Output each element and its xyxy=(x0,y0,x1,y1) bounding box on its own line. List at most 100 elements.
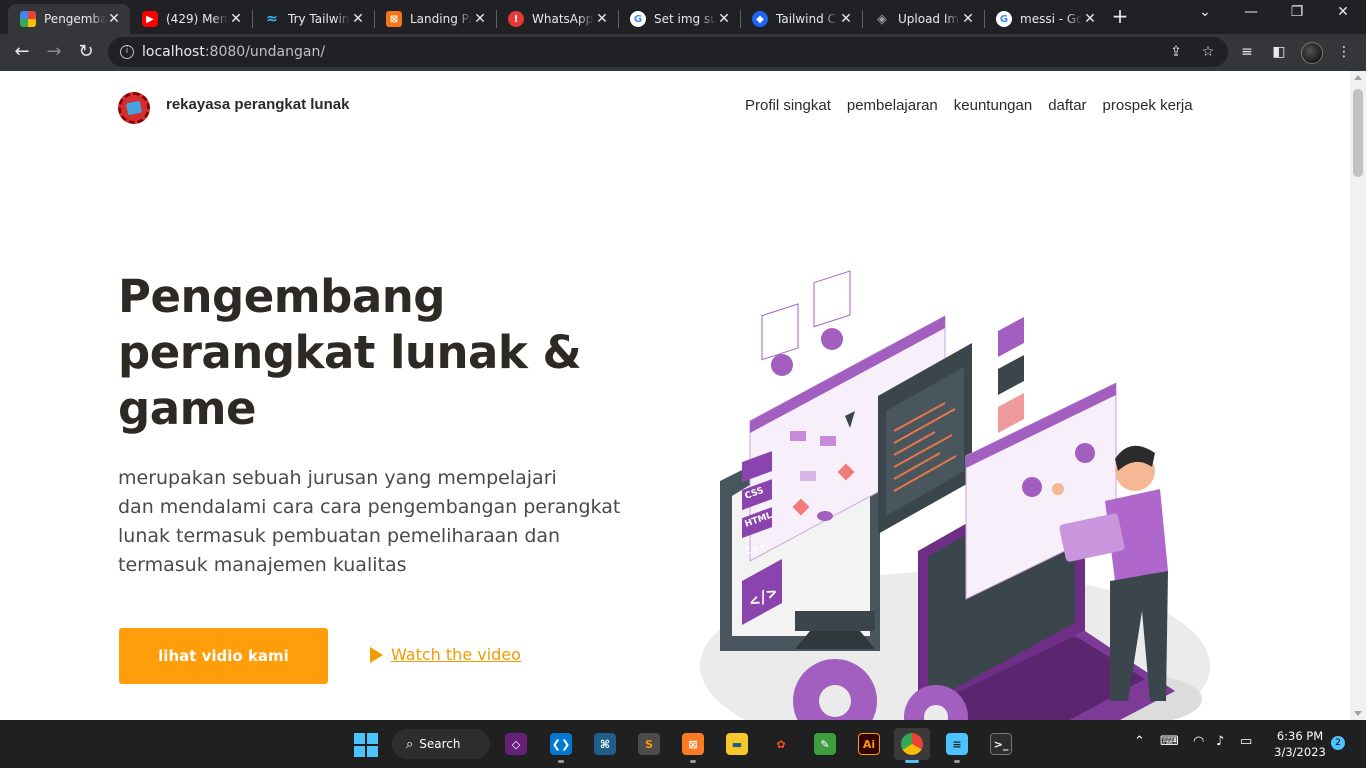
file-explorer-icon[interactable]: ▬ xyxy=(719,728,755,760)
windows-start-icon[interactable] xyxy=(354,733,378,757)
upload-icon: ◈ xyxy=(877,11,887,27)
tab-title: Tailwind CSS xyxy=(776,12,838,26)
info-icon[interactable]: i xyxy=(120,45,134,59)
address-bar[interactable]: i localhost:8080/undangan/ xyxy=(108,37,1228,67)
nav-prospek-kerja[interactable]: prospek kerja xyxy=(1103,97,1193,114)
tab-upload-image[interactable]: ◈ Upload Image ✕ xyxy=(862,4,984,34)
mysql-workbench-icon[interactable]: ⌘ xyxy=(587,728,623,760)
keyboard-icon[interactable]: ⌨ xyxy=(1160,734,1179,749)
battery-icon[interactable]: ▭ xyxy=(1240,734,1252,749)
hero-desc-line: merupakan sebuah jurusan yang mempelajar… xyxy=(118,467,557,489)
nav-profil-singkat[interactable]: Profil singkat xyxy=(745,97,831,114)
tailwind-icon: ≈ xyxy=(266,11,278,27)
watch-video-button[interactable]: lihat vidio kami xyxy=(119,628,328,684)
xampp-icon: ⊠ xyxy=(386,11,402,27)
coreldraw-icon[interactable]: ✎ xyxy=(807,728,843,760)
nav-keuntungan[interactable]: keuntungan xyxy=(954,97,1032,114)
nav-pembelajaran[interactable]: pembelajaran xyxy=(847,97,938,114)
tab-youtube[interactable]: ▶ (429) Membuat ✕ xyxy=(130,4,252,34)
figma-icon[interactable]: ✿ xyxy=(763,728,799,760)
close-icon[interactable]: ✕ xyxy=(960,11,976,27)
terminal-icon[interactable]: >_ xyxy=(983,728,1019,760)
url-path: :8080/undangan/ xyxy=(204,44,326,60)
youtube-icon: ▶ xyxy=(142,11,158,27)
tab-title: WhatsApp xyxy=(532,12,594,26)
main-nav: Profil singkat pembelajaran keuntungan d… xyxy=(745,97,1193,114)
nav-daftar[interactable]: daftar xyxy=(1048,97,1086,114)
profile-avatar[interactable] xyxy=(1301,42,1323,64)
play-icon xyxy=(370,646,383,663)
notepad-icon[interactable]: ≡ xyxy=(939,728,975,763)
hero-description: merupakan sebuah jurusan yang mempelajar… xyxy=(118,464,663,580)
tab-title: messi - Google xyxy=(1020,12,1082,26)
tray-chevron-up-icon[interactable]: ⌃ xyxy=(1134,734,1145,749)
url-host: localhost xyxy=(142,44,205,60)
hero-title: Pengembang perangkat lunak & game xyxy=(118,269,638,437)
scroll-up-icon[interactable] xyxy=(1354,75,1362,80)
close-icon[interactable]: ✕ xyxy=(594,11,610,27)
hero-desc-line: lunak termasuk pembuatan pemeliharaan da… xyxy=(118,525,561,547)
hero-title-line: Pengembang xyxy=(118,270,446,323)
brand-name: rekayasa perangkat lunak xyxy=(166,95,350,113)
kebab-menu-icon[interactable]: ⋮ xyxy=(1335,43,1353,61)
illustrator-icon[interactable]: Ai xyxy=(851,728,887,760)
volume-icon[interactable]: ♪ xyxy=(1216,734,1224,749)
notification-badge[interactable]: 2 xyxy=(1331,736,1345,750)
hero-desc-line: dan mendalami cara cara pengembangan per… xyxy=(118,496,621,518)
watch-video-link[interactable]: Watch the video xyxy=(370,645,521,664)
side-panel-icon[interactable]: ◧ xyxy=(1270,43,1288,61)
close-icon[interactable]: ✕ xyxy=(350,11,366,27)
tailwind-elements-icon: ◆ xyxy=(752,11,768,27)
hero-title-line: perangkat lunak & xyxy=(118,326,582,379)
close-icon[interactable]: ✕ xyxy=(838,11,854,27)
tab-title: Try Tailwind CSS xyxy=(288,12,350,26)
page-viewport: rekayasa perangkat lunak Profil singkat … xyxy=(0,71,1350,720)
forward-button[interactable]: → xyxy=(40,39,68,67)
taskbar-clock[interactable]: 6:36 PM 3/3/2023 xyxy=(1272,728,1328,760)
chrome-icon[interactable] xyxy=(894,728,930,763)
chevron-down-icon[interactable]: ⌄ xyxy=(1190,4,1220,26)
search-label: Search xyxy=(419,737,461,751)
close-icon[interactable]: ✕ xyxy=(228,11,244,27)
google-icon: G xyxy=(996,11,1012,27)
hero-desc-line: termasuk manajemen kualitas xyxy=(118,554,407,576)
tab-pengembang[interactable]: Pengembang perangkat lunak ✕ xyxy=(8,4,130,34)
tab-set-img[interactable]: G Set img sudah ✕ xyxy=(618,4,740,34)
vscode-icon[interactable]: ❮❯ xyxy=(543,728,579,763)
tab-landing-page[interactable]: ⊠ Landing Page ✕ xyxy=(374,4,496,34)
reload-button[interactable]: ↻ xyxy=(72,39,100,67)
visual-studio-icon[interactable]: ◇ xyxy=(498,728,534,760)
watch-video-label: Watch the video xyxy=(391,645,521,664)
tab-messi[interactable]: G messi - Google ✕ xyxy=(984,4,1106,34)
close-icon[interactable]: ✕ xyxy=(1082,11,1098,27)
close-icon[interactable]: ✕ xyxy=(716,11,732,27)
scroll-down-icon[interactable] xyxy=(1354,711,1362,716)
maximize-icon[interactable]: ❐ xyxy=(1282,4,1312,26)
tab-tailwind-elements[interactable]: ◆ Tailwind CSS ✕ xyxy=(740,4,862,34)
clock-date: 3/3/2023 xyxy=(1274,745,1326,759)
hero-title-line: game xyxy=(118,382,257,435)
scrollbar-thumb[interactable] xyxy=(1353,89,1363,177)
tab-title: Pengembang perangkat lunak xyxy=(44,12,106,26)
taskbar-search[interactable]: ⌕ Search xyxy=(392,729,490,759)
bookmark-star-icon[interactable]: ☆ xyxy=(1199,43,1217,61)
developer-illustration: </> CSSHTMLC++ xyxy=(700,270,1210,720)
xampp-icon[interactable]: ⊠ xyxy=(675,728,711,763)
brand[interactable]: rekayasa perangkat lunak xyxy=(118,92,349,124)
close-icon[interactable]: ✕ xyxy=(472,11,488,27)
wifi-icon[interactable]: ◠ xyxy=(1193,734,1204,749)
minimize-icon[interactable]: — xyxy=(1236,4,1266,26)
close-window-icon[interactable]: ✕ xyxy=(1328,4,1358,26)
media-queue-icon[interactable]: ≡ xyxy=(1238,43,1256,61)
page-scrollbar[interactable] xyxy=(1350,71,1366,720)
tab-whatsapp[interactable]: ! WhatsApp ✕ xyxy=(496,4,618,34)
browser-toolbar: ← → ↻ i localhost:8080/undangan/ ⇪ ☆ ≡ ◧… xyxy=(0,34,1366,71)
share-icon[interactable]: ⇪ xyxy=(1167,43,1185,61)
back-button[interactable]: ← xyxy=(8,39,36,67)
tab-tailwind[interactable]: ≈ Try Tailwind CSS ✕ xyxy=(252,4,374,34)
sublime-icon[interactable]: S xyxy=(631,728,667,760)
close-icon[interactable]: ✕ xyxy=(106,11,122,27)
alert-icon: ! xyxy=(508,11,524,27)
new-tab-button[interactable]: + xyxy=(1109,6,1131,28)
browser-tab-strip: Pengembang perangkat lunak ✕ ▶ (429) Mem… xyxy=(0,0,1366,34)
